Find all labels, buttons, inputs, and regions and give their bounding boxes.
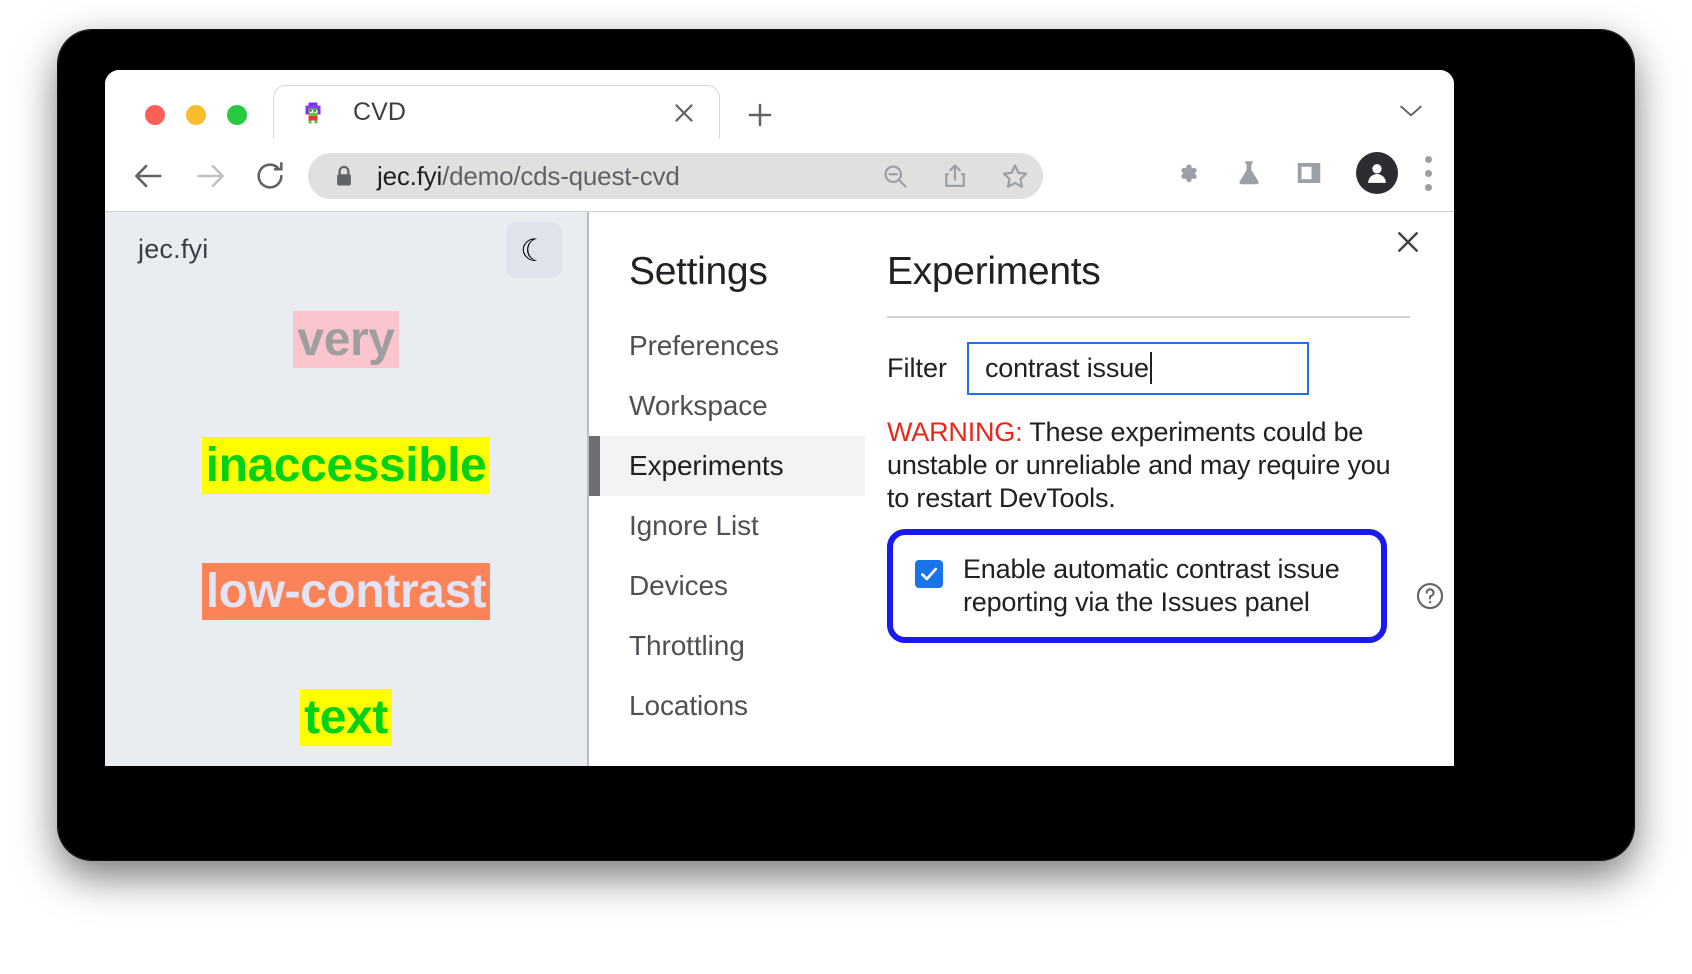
reload-icon[interactable]	[253, 159, 287, 193]
profile-avatar[interactable]	[1356, 152, 1398, 194]
demo-word-very: very	[105, 312, 587, 367]
forward-arrow-icon[interactable]	[193, 159, 227, 193]
filter-label: Filter	[887, 353, 947, 384]
demo-page: jec.fyi ☾ very inaccessible low-contrast…	[105, 212, 587, 766]
settings-sidebar: Settings Preferences Workspace Experimen…	[589, 212, 865, 766]
demo-word-text: inaccessible	[202, 437, 491, 494]
address-bar-actions	[881, 153, 1029, 199]
chevron-down-icon[interactable]	[1398, 103, 1424, 119]
share-icon[interactable]	[941, 162, 969, 190]
tab-close-icon[interactable]	[671, 100, 697, 126]
demo-word-text: text	[105, 690, 587, 745]
devtools-settings-dialog: Settings Preferences Workspace Experimen…	[589, 212, 1454, 766]
page-viewport: jec.fyi ☾ very inaccessible low-contrast…	[105, 212, 1454, 766]
browser-tab-cvd[interactable]: CVD	[273, 85, 720, 139]
sidebar-item-label: Ignore List	[629, 510, 759, 542]
sidebar-item-ignore-list[interactable]: Ignore List	[589, 496, 865, 556]
toolbar-right-icons	[1144, 152, 1432, 194]
experiment-label: Enable automatic contrast issue reportin…	[963, 553, 1367, 619]
window-controls	[145, 105, 247, 125]
screenshot-stage: CVD	[0, 0, 1692, 974]
tab-strip: CVD	[105, 70, 1454, 139]
window-minimize-button[interactable]	[186, 105, 206, 125]
divider	[887, 316, 1410, 318]
side-panel-icon[interactable]	[1294, 158, 1324, 188]
help-circle-icon[interactable]	[1415, 581, 1445, 611]
demo-word-low-contrast: low-contrast	[105, 564, 587, 619]
address-bar[interactable]: jec.fyi/demo/cds-quest-cvd	[308, 153, 1043, 199]
sidebar-item-preferences[interactable]: Preferences	[589, 316, 865, 376]
sidebar-item-workspace[interactable]: Workspace	[589, 376, 865, 436]
sidebar-item-locations[interactable]: Locations	[589, 676, 865, 736]
filter-input[interactable]: contrast issue	[967, 342, 1309, 395]
moon-icon: ☾	[520, 235, 548, 266]
experiment-row[interactable]: Enable automatic contrast issue reportin…	[915, 553, 1367, 619]
extensions-puzzle-icon[interactable]	[1174, 158, 1204, 188]
sidebar-item-experiments[interactable]: Experiments	[589, 436, 865, 496]
sidebar-item-label: Devices	[629, 570, 728, 602]
sidebar-item-label: Throttling	[629, 630, 745, 662]
back-arrow-icon[interactable]	[132, 159, 166, 193]
favicon-icon	[301, 101, 325, 125]
experiments-flask-icon[interactable]	[1234, 158, 1264, 188]
sidebar-item-throttling[interactable]: Throttling	[589, 616, 865, 676]
zoom-out-icon[interactable]	[881, 162, 909, 190]
experiments-warning: WARNING: These experiments could be unst…	[887, 416, 1410, 515]
filter-input-value: contrast issue	[985, 353, 1149, 384]
sidebar-item-label: Preferences	[629, 330, 779, 362]
theme-toggle-button[interactable]: ☾	[506, 222, 562, 278]
demo-word-inaccessible: inaccessible	[105, 438, 587, 493]
experiment-highlight-box: Enable automatic contrast issue reportin…	[887, 529, 1387, 643]
warning-lead: WARNING:	[887, 417, 1022, 447]
page-title: Experiments	[887, 250, 1410, 294]
demo-word-text: low-contrast	[202, 563, 491, 620]
lock-icon	[335, 165, 353, 187]
browser-window: CVD	[105, 70, 1454, 766]
demo-word-text: very	[293, 311, 398, 368]
window-close-button[interactable]	[145, 105, 165, 125]
sidebar-item-devices[interactable]: Devices	[589, 556, 865, 616]
settings-content: Experiments Filter contrast issue WARNIN…	[865, 212, 1454, 766]
url-path: /demo/cds-quest-cvd	[442, 161, 680, 191]
settings-heading: Settings	[589, 250, 865, 294]
browser-toolbar: jec.fyi/demo/cds-quest-cvd	[105, 139, 1454, 212]
demo-word-text: text	[300, 689, 392, 746]
address-bar-url: jec.fyi/demo/cds-quest-cvd	[377, 161, 680, 192]
settings-body: Settings Preferences Workspace Experimen…	[589, 212, 1454, 766]
filter-row: Filter contrast issue	[887, 342, 1410, 395]
new-tab-button[interactable]	[745, 100, 775, 130]
experiment-checkbox[interactable]	[915, 560, 943, 588]
sidebar-item-label: Workspace	[629, 390, 768, 422]
bookmark-star-icon[interactable]	[1001, 162, 1029, 190]
site-title: jec.fyi	[138, 234, 208, 265]
sidebar-item-label: Experiments	[629, 450, 784, 482]
url-host: jec.fyi	[377, 161, 442, 191]
window-maximize-button[interactable]	[227, 105, 247, 125]
tab-title: CVD	[353, 98, 406, 127]
text-caret	[1150, 352, 1152, 384]
sidebar-item-label: Locations	[629, 690, 748, 722]
three-dot-menu-icon[interactable]	[1424, 156, 1432, 191]
